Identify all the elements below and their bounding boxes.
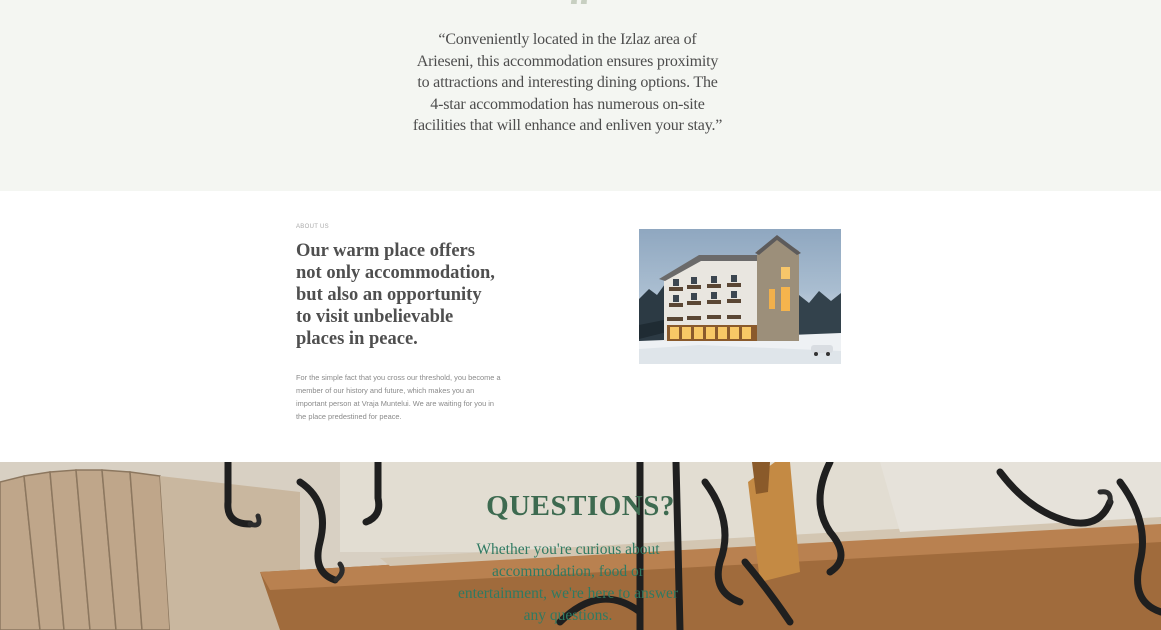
about-section: ABOUT US Our warm place offers not only … (0, 191, 1161, 462)
testimonial-section: “ “Conveniently located in the Izlaz are… (0, 0, 1161, 191)
questions-text: Whether you're curious about accommodati… (457, 541, 679, 624)
about-body: For the simple fact that you cross our t… (296, 373, 501, 421)
about-label: ABOUT US (296, 224, 329, 230)
about-heading: Our warm place offers not only accommoda… (296, 241, 495, 349)
hotel-photo (639, 229, 841, 364)
questions-title: QUESTIONS? (486, 490, 675, 522)
questions-section: QUESTIONS? Whether you're curious about … (0, 462, 1161, 630)
quote-mark-icon: “ (567, 0, 594, 35)
testimonial-quote: “Conveniently located in the Izlaz area … (412, 31, 723, 134)
